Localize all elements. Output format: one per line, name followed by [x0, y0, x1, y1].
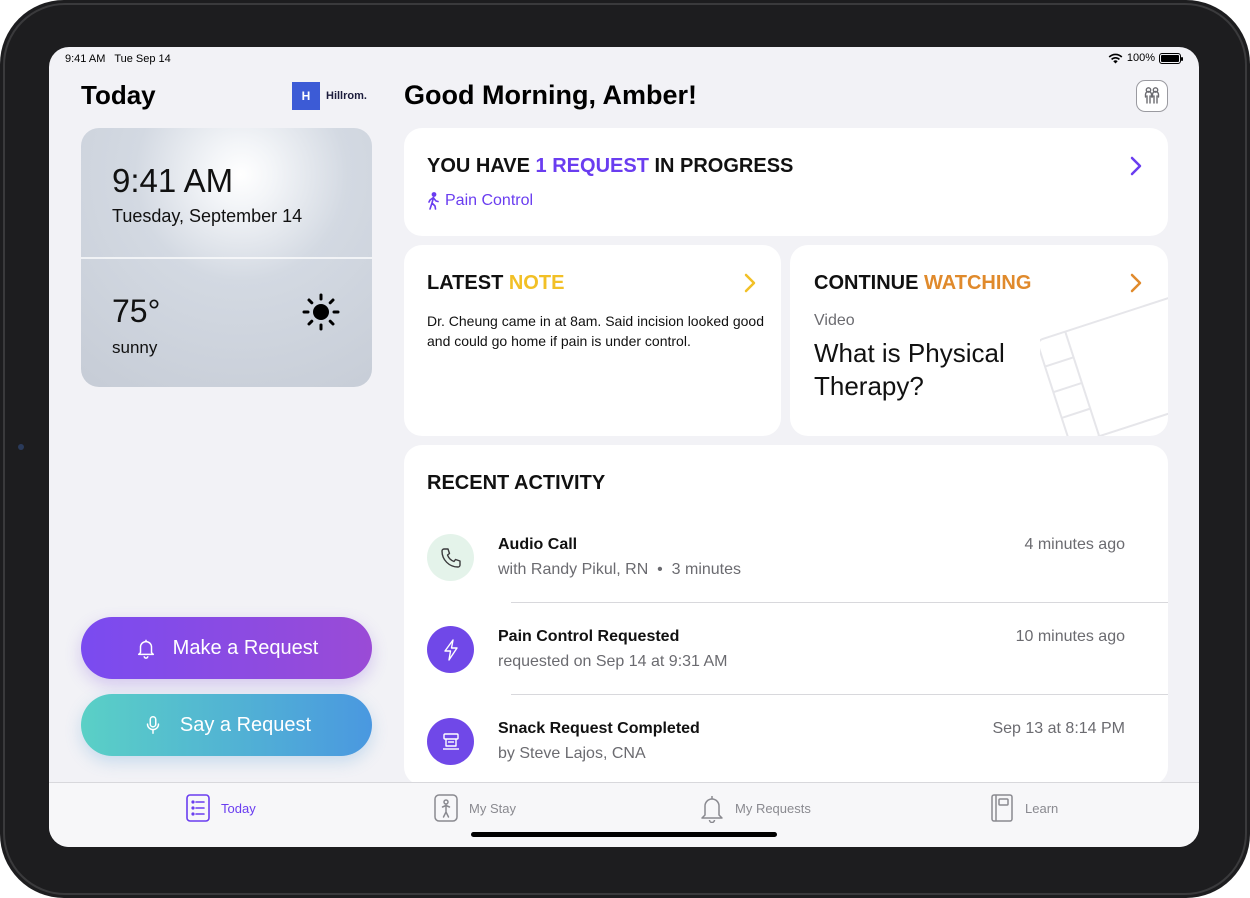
- activity-time: Sep 13 at 8:14 PM: [992, 720, 1125, 737]
- request-item: Pain Control: [427, 192, 533, 210]
- app-screen: 9:41 AM Tue Sep 14 100% Today H Hillrom.…: [49, 47, 1199, 847]
- request-in-progress-card[interactable]: YOU HAVE 1 REQUEST IN PROGRESS: [404, 128, 1168, 236]
- book-icon: [991, 794, 1013, 822]
- activity-row[interactable]: Pain Control Requested requested on Sep …: [404, 626, 1168, 718]
- tab-today[interactable]: Today: [185, 793, 256, 823]
- activity-icon-circle: [427, 718, 474, 765]
- sun-icon: [302, 293, 340, 331]
- row-divider: [511, 602, 1168, 603]
- request-item-label: Pain Control: [445, 192, 534, 209]
- home-indicator[interactable]: [471, 832, 777, 837]
- note-body: Dr. Cheung came in at 8am. Said incision…: [427, 313, 764, 349]
- status-indicators: 100%: [1108, 52, 1183, 64]
- film-strip-icon: [1040, 295, 1168, 436]
- chevron-right-icon: [1130, 273, 1142, 293]
- activity-time: 4 minutes ago: [1024, 536, 1125, 553]
- food-tray-icon: [442, 732, 459, 750]
- bell-icon: [137, 639, 154, 659]
- activity-row[interactable]: Audio Call with Randy Pikul, RN • 3 minu…: [404, 534, 1168, 626]
- tab-my-requests[interactable]: My Requests: [699, 793, 811, 823]
- request-card-title: YOU HAVE 1 REQUEST IN PROGRESS: [427, 155, 793, 178]
- lightning-icon: [443, 638, 458, 661]
- hillrom-logo-text: Hillrom.: [326, 90, 367, 102]
- recent-activity-title: RECENT ACTIVITY: [427, 472, 606, 494]
- status-time-date: 9:41 AM Tue Sep 14: [65, 53, 171, 65]
- note-card-title: LATEST NOTE: [427, 272, 564, 295]
- note-title-prefix: LATEST: [427, 272, 509, 294]
- make-request-label: Make a Request: [172, 636, 319, 659]
- walking-person-icon: [428, 192, 439, 210]
- activity-subtitle: with Randy Pikul, RN • 3 minutes: [498, 561, 742, 578]
- request-count-highlight: 1 REQUEST: [535, 155, 649, 177]
- front-camera: [18, 444, 24, 450]
- weather-temperature: 75°: [112, 293, 161, 329]
- say-request-label: Say a Request: [179, 713, 312, 736]
- person-card-icon: [434, 794, 458, 822]
- watch-title-highlight: WATCHING: [924, 272, 1032, 294]
- note-title-highlight: NOTE: [508, 272, 565, 294]
- make-request-button[interactable]: Make a Request: [81, 617, 372, 679]
- family-icon: [1144, 87, 1160, 104]
- activity-subtitle: by Steve Lajos, CNA: [498, 745, 646, 762]
- tab-label: My Requests: [735, 800, 811, 816]
- activity-icon-circle: [427, 626, 474, 673]
- chevron-right-icon: [744, 273, 756, 293]
- continue-watching-card[interactable]: CONTINUE WATCHING Video What is Physical…: [790, 245, 1168, 436]
- greeting-heading: Good Morning, Amber!: [404, 80, 697, 110]
- tab-my-stay[interactable]: My Stay: [433, 793, 516, 823]
- latest-note-card[interactable]: LATEST NOTE Dr. Cheung came in at 8am. S…: [404, 245, 781, 436]
- battery-icon: [1159, 52, 1183, 64]
- time-weather-card: 9:41 AM Tuesday, September 14 75° sunny: [81, 128, 372, 387]
- row-divider: [511, 694, 1168, 695]
- battery-percent: 100%: [1126, 52, 1155, 64]
- tab-label: My Stay: [469, 800, 516, 816]
- brand-logo: H Hillrom.: [292, 82, 367, 110]
- hillrom-logo-mark: H: [292, 82, 320, 110]
- request-title-suffix: IN PROGRESS: [648, 155, 794, 177]
- request-title-prefix: YOU HAVE: [427, 155, 536, 177]
- say-request-button[interactable]: Say a Request: [81, 694, 372, 756]
- tab-bar: Today My Stay My Requests Learn: [49, 782, 1199, 847]
- watch-card-title: CONTINUE WATCHING: [814, 272, 1031, 295]
- activity-title: Pain Control Requested: [498, 628, 680, 645]
- activity-icon-circle: [427, 534, 474, 581]
- video-title: What is Physical Therapy?: [814, 338, 1005, 401]
- activity-title: Audio Call: [498, 536, 578, 553]
- watch-title-prefix: CONTINUE: [814, 272, 924, 294]
- microphone-icon: [146, 716, 160, 734]
- activity-time: 10 minutes ago: [1015, 628, 1125, 645]
- weather-condition: sunny: [112, 338, 158, 357]
- chevron-right-icon: [1130, 156, 1142, 176]
- tab-label: Learn: [1025, 800, 1059, 816]
- clock-time: 9:41 AM: [112, 162, 234, 199]
- clock-date: Tuesday, September 14: [112, 206, 303, 226]
- page-title: Today: [81, 80, 156, 110]
- family-button[interactable]: [1136, 80, 1168, 112]
- phone-icon: [440, 547, 461, 568]
- tab-label: Today: [221, 800, 256, 816]
- watch-kicker: Video: [814, 312, 855, 329]
- weather-divider: [81, 257, 372, 259]
- activity-subtitle: requested on Sep 14 at 9:31 AM: [498, 653, 728, 670]
- bell-icon: [701, 796, 723, 823]
- list-icon: [186, 794, 210, 822]
- tab-learn[interactable]: Learn: [989, 793, 1058, 823]
- activity-title: Snack Request Completed: [498, 720, 700, 737]
- activity-row[interactable]: Snack Request Completed by Steve Lajos, …: [404, 718, 1168, 785]
- recent-activity-card: RECENT ACTIVITY Audio Call with Randy Pi…: [404, 445, 1168, 785]
- wifi-icon: [1108, 53, 1123, 63]
